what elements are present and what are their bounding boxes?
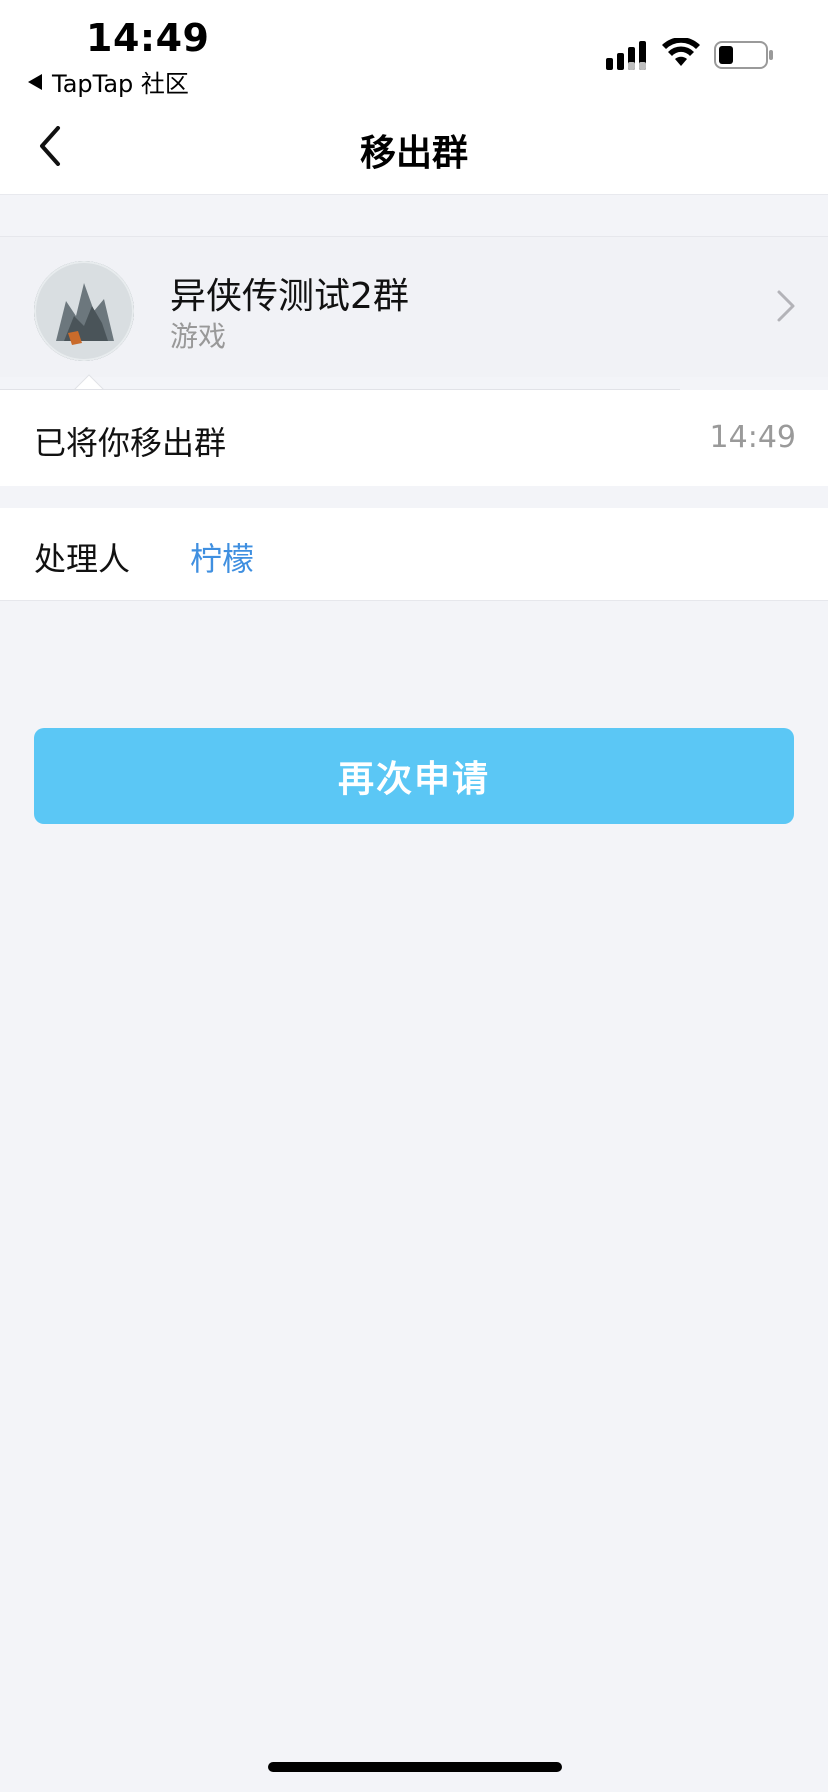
back-to-app-label: TapTap 社区 — [52, 70, 189, 98]
back-to-app-link[interactable]: TapTap 社区 — [28, 64, 189, 99]
group-avatar — [34, 261, 134, 361]
home-indicator[interactable] — [268, 1762, 562, 1772]
back-triangle-icon — [28, 73, 42, 90]
group-type: 游戏 — [170, 320, 227, 353]
handler-name-link[interactable]: 柠檬 — [190, 534, 254, 580]
wifi-icon — [662, 38, 700, 66]
status-bar: 14:49 TapTap 社区 — [0, 0, 828, 98]
card-pointer-arrow — [74, 374, 104, 390]
message-text: 已将你移出群 — [34, 424, 227, 462]
reapply-button[interactable]: 再次申请 — [34, 728, 794, 824]
handler-label: 处理人 — [34, 540, 131, 578]
status-time: 14:49 — [86, 16, 210, 60]
group-card[interactable]: 异侠传测试2群 游戏 — [0, 236, 828, 377]
cellular-signal-icon — [606, 41, 646, 70]
battery-icon — [714, 41, 773, 69]
nav-bar: 移出群 — [0, 98, 828, 195]
page-title: 移出群 — [359, 133, 468, 174]
message-time: 14:49 — [709, 420, 796, 455]
group-name: 异侠传测试2群 — [170, 276, 409, 317]
game-art-icon — [34, 261, 134, 361]
message-row: 已将你移出群 14:49 — [0, 390, 828, 486]
handler-row: 处理人 柠檬 — [0, 508, 828, 601]
chevron-right-icon — [777, 290, 795, 322]
